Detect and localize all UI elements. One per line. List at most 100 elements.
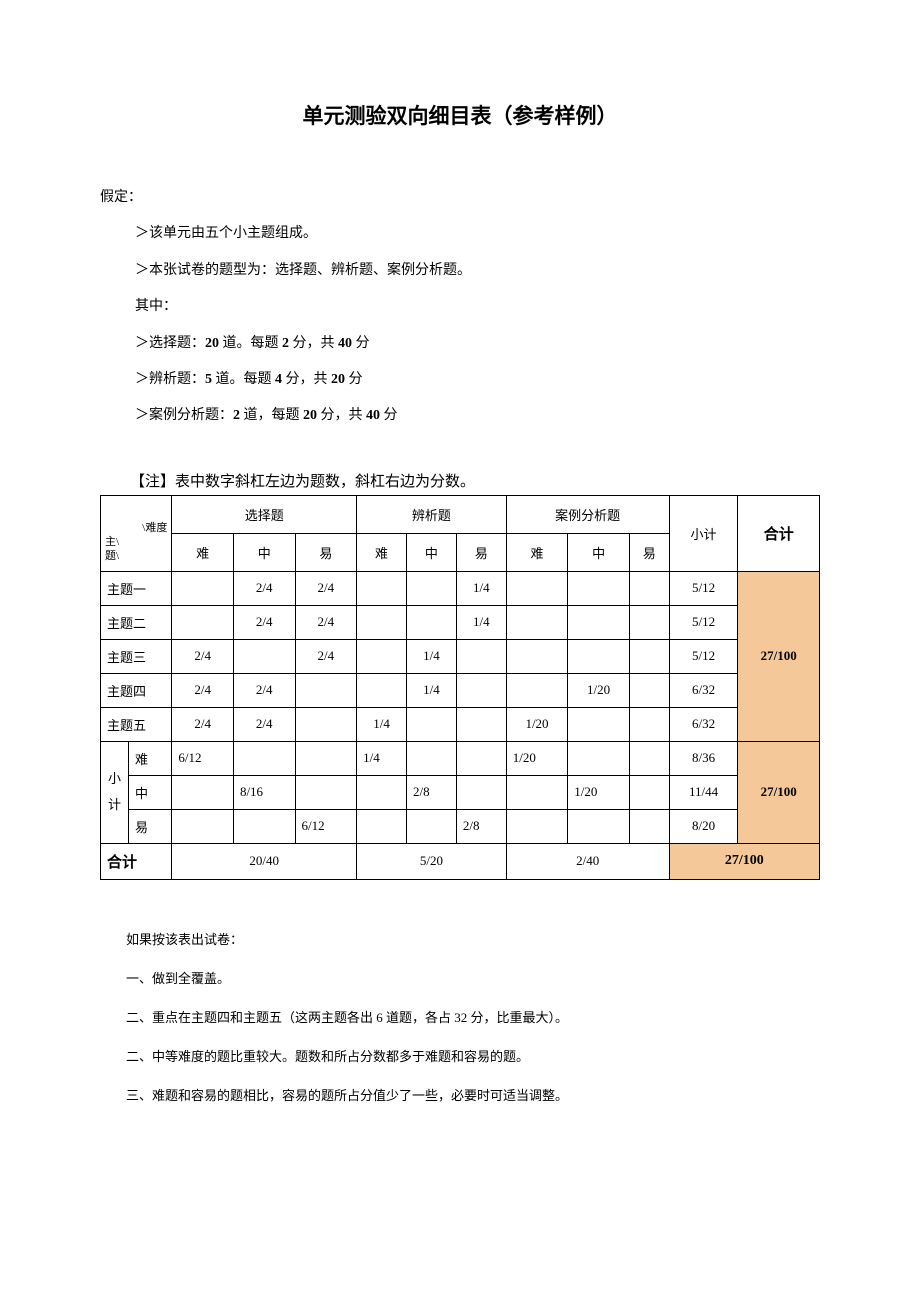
topic-label: 主题三 — [101, 639, 172, 673]
cell — [295, 741, 357, 775]
subtotal-row: 中 8/16 2/8 1/20 11/44 — [101, 775, 820, 809]
cell — [629, 673, 669, 707]
cell — [568, 707, 630, 741]
cell — [506, 673, 568, 707]
cell: 2/4 — [295, 639, 357, 673]
diagonal-header: \难度 主\ 题\ — [101, 495, 172, 571]
table-row: 主题二 2/4 2/4 1/4 5/12 — [101, 605, 820, 639]
header-case: 案例分析题 — [506, 495, 669, 533]
cell: 2/4 — [295, 605, 357, 639]
cell: 1/20 — [568, 775, 630, 809]
subtotal-row: 易 6/12 2/8 8/20 — [101, 809, 820, 843]
cell: 6/12 — [295, 809, 357, 843]
footer-line-4: 三、难题和容易的题相比，容易的题所占分值少了一些，必要时可适当调整。 — [100, 1076, 820, 1115]
cell — [629, 707, 669, 741]
cell — [629, 571, 669, 605]
page-title: 单元测验双向细目表（参考样例） — [100, 100, 820, 130]
cell: 6/12 — [172, 741, 234, 775]
cell — [406, 741, 456, 775]
cell — [629, 605, 669, 639]
cell: 2/4 — [172, 639, 234, 673]
subtotal-label: 小计 — [101, 741, 129, 843]
topic-total: 27/100 — [738, 571, 820, 741]
cell — [629, 741, 669, 775]
cell — [233, 639, 295, 673]
cell — [406, 605, 456, 639]
header-discern-hard: 难 — [357, 533, 407, 571]
assumption-1: ＞该单元由五个小主题组成。 — [100, 216, 820, 252]
cell-subtotal: 11/44 — [669, 775, 738, 809]
cell — [629, 775, 669, 809]
topic-label: 主题四 — [101, 673, 172, 707]
grand-label: 合计 — [101, 843, 172, 879]
cell — [172, 605, 234, 639]
cell — [568, 741, 630, 775]
cell — [568, 639, 630, 673]
cell: 1/4 — [357, 741, 407, 775]
level-label: 易 — [129, 809, 172, 843]
grand-choice: 20/40 — [172, 843, 357, 879]
cell — [233, 741, 295, 775]
cell: 2/4 — [233, 605, 295, 639]
intro-block: 假定： ＞该单元由五个小主题组成。 ＞本张试卷的题型为：选择题、辨析题、案例分析… — [100, 180, 820, 435]
cell — [295, 673, 357, 707]
cell — [506, 571, 568, 605]
specification-table: \难度 主\ 题\ 选择题 辨析题 案例分析题 小计 合计 难 中 易 难 中 … — [100, 495, 820, 880]
cell — [357, 809, 407, 843]
cell: 1/20 — [568, 673, 630, 707]
cell — [456, 741, 506, 775]
cell: 1/4 — [357, 707, 407, 741]
header-case-mid: 中 — [568, 533, 630, 571]
cell-subtotal: 8/20 — [669, 809, 738, 843]
cell: 1/20 — [506, 741, 568, 775]
footer-notes: 如果按该表出试卷： 一、做到全覆盖。 二、重点在主题四和主题五（这两主题各出 6… — [100, 920, 820, 1115]
header-choice: 选择题 — [172, 495, 357, 533]
header-case-hard: 难 — [506, 533, 568, 571]
table-note: 【注】表中数字斜杠左边为题数，斜杠右边为分数。 — [100, 470, 820, 491]
cell-subtotal: 5/12 — [669, 639, 738, 673]
footer-line-0: 如果按该表出试卷： — [100, 920, 820, 959]
header-subtotal: 小计 — [669, 495, 738, 571]
cell — [568, 809, 630, 843]
cell — [172, 775, 234, 809]
cell — [172, 571, 234, 605]
cell: 2/4 — [172, 707, 234, 741]
cell: 2/8 — [406, 775, 456, 809]
header-row-1: \难度 主\ 题\ 选择题 辨析题 案例分析题 小计 合计 — [101, 495, 820, 533]
level-total: 27/100 — [738, 741, 820, 843]
subtotal-row: 小计 难 6/12 1/4 1/20 8/36 27/100 — [101, 741, 820, 775]
footer-line-1: 一、做到全覆盖。 — [100, 959, 820, 998]
cell — [506, 775, 568, 809]
cell — [233, 809, 295, 843]
header-choice-mid: 中 — [233, 533, 295, 571]
cell: 1/20 — [506, 707, 568, 741]
cell: 2/4 — [172, 673, 234, 707]
header-total: 合计 — [738, 495, 820, 571]
table-row: 主题一 2/4 2/4 1/4 5/12 27/100 — [101, 571, 820, 605]
cell — [357, 639, 407, 673]
cell-subtotal: 6/32 — [669, 673, 738, 707]
cell — [629, 639, 669, 673]
cell — [172, 809, 234, 843]
cell — [506, 639, 568, 673]
cell: 2/8 — [456, 809, 506, 843]
cell — [456, 707, 506, 741]
cell: 1/4 — [456, 571, 506, 605]
cell: 1/4 — [406, 639, 456, 673]
cell — [629, 809, 669, 843]
footer-line-2: 二、重点在主题四和主题五（这两主题各出 6 道题，各占 32 分，比重最大）。 — [100, 998, 820, 1037]
type-choice: ＞选择题：20 道。每题 2 分，共 40 分 — [100, 326, 820, 362]
grand-total-row: 合计 20/40 5/20 2/40 27/100 — [101, 843, 820, 879]
cell — [506, 809, 568, 843]
cell — [456, 673, 506, 707]
cell: 1/4 — [456, 605, 506, 639]
topic-label: 主题五 — [101, 707, 172, 741]
header-discern: 辨析题 — [357, 495, 507, 533]
header-discern-easy: 易 — [456, 533, 506, 571]
table-row: 主题五 2/4 2/4 1/4 1/20 6/32 — [101, 707, 820, 741]
level-label: 难 — [129, 741, 172, 775]
cell — [406, 809, 456, 843]
table-row: 主题三 2/4 2/4 1/4 5/12 — [101, 639, 820, 673]
header-discern-mid: 中 — [406, 533, 456, 571]
cell: 2/4 — [233, 571, 295, 605]
